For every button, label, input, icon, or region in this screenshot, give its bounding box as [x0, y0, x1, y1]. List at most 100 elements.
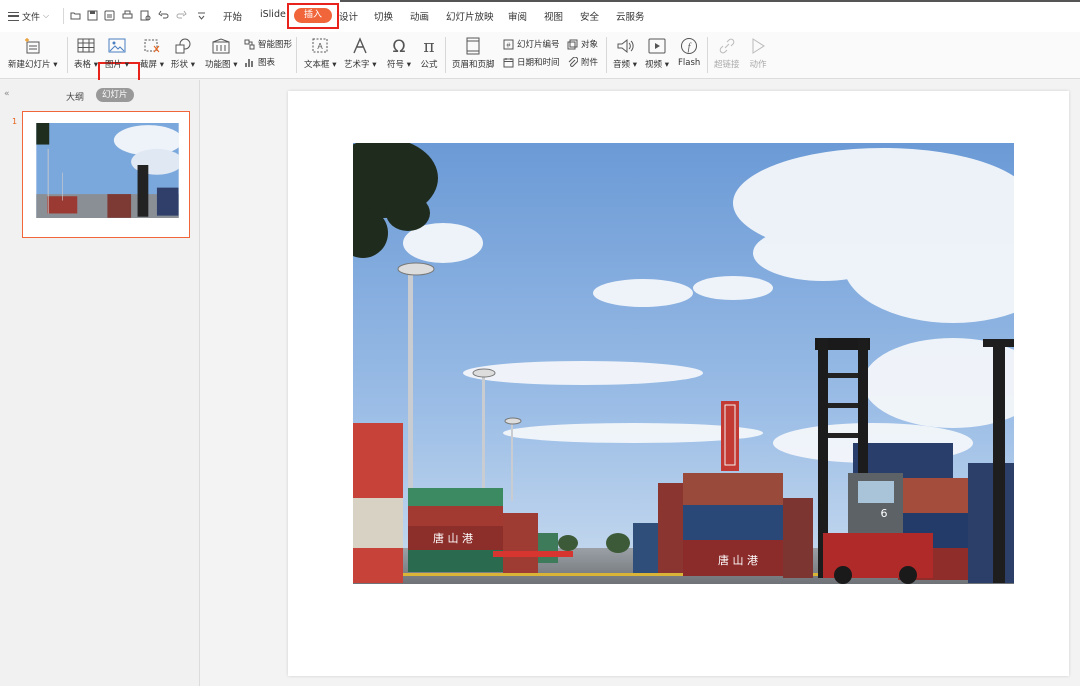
red-crane: [721, 401, 739, 471]
title-bar-edge: [340, 0, 1080, 2]
divider: [63, 8, 64, 24]
object-button[interactable]: 对象: [567, 38, 598, 50]
action-label: 动作: [749, 60, 767, 70]
picture-button[interactable]: 图片 ▾: [105, 37, 129, 70]
shapes-label: 形状: [171, 60, 189, 70]
pi-icon: π: [423, 37, 434, 55]
divider: [296, 37, 297, 73]
tab-animations[interactable]: 动画: [410, 9, 429, 23]
slide-number-icon: #: [503, 39, 514, 49]
shapes-icon: [175, 38, 191, 54]
slide-number-button[interactable]: # 幻灯片编号: [503, 38, 560, 50]
export-pdf-icon[interactable]: [104, 10, 115, 21]
save-icon[interactable]: [87, 10, 98, 21]
tab-transitions[interactable]: 切换: [374, 9, 393, 23]
svg-text:A: A: [318, 42, 324, 51]
chevron-down-icon: ⌵: [43, 11, 50, 20]
symbol-label: 符号: [387, 60, 405, 70]
formula-button[interactable]: π 公式: [419, 37, 439, 70]
link-icon: [719, 38, 735, 54]
ribbon-insert: 新建幻灯片 ▾ 表格 ▾ 图片 ▾ 截屏 ▾ 形状 ▾ 功能图 ▾ 智能图形 图…: [0, 32, 1080, 109]
date-time-label: 日期和时间: [517, 58, 560, 68]
redo-icon[interactable]: [176, 10, 187, 21]
header-footer-label: 页眉和页脚: [452, 60, 495, 70]
tree: [606, 533, 630, 553]
tab-cloud-service[interactable]: 云服务: [616, 9, 645, 23]
play-action-icon: [752, 38, 765, 54]
textbox-icon: A: [312, 38, 328, 53]
smart-art-label: 智能图形: [258, 40, 293, 50]
action-button[interactable]: 动作: [748, 37, 768, 70]
date-time-button[interactable]: 日期和时间: [503, 56, 560, 68]
flash-button[interactable]: f Flash: [678, 37, 700, 68]
flash-label: Flash: [678, 58, 701, 68]
symbol-button[interactable]: Ω 符号 ▾: [387, 37, 411, 70]
tab-insert[interactable]: 插入: [294, 8, 332, 23]
wordart-button[interactable]: 艺术字 ▾: [344, 37, 376, 70]
slide-thumbnail-panel: « 大纲 幻灯片 1: [0, 80, 200, 686]
svg-text:f: f: [688, 42, 692, 53]
open-folder-icon[interactable]: [70, 10, 81, 21]
tab-slides[interactable]: 幻灯片: [96, 88, 134, 102]
customize-toolbar-icon[interactable]: [196, 10, 207, 21]
attachment-button[interactable]: 附件: [567, 56, 598, 68]
slide-number: 1: [12, 117, 18, 126]
function-chart-icon: [212, 38, 230, 54]
wordart-icon: [353, 37, 367, 54]
svg-text:Ω: Ω: [392, 37, 405, 55]
attachment-label: 附件: [581, 58, 599, 68]
tab-security[interactable]: 安全: [580, 9, 599, 23]
hyperlink-label: 超链接: [714, 60, 740, 70]
picture-label: 图片: [105, 60, 123, 70]
new-slide-icon: [24, 38, 40, 54]
tab-slideshow[interactable]: 幻灯片放映: [446, 9, 494, 23]
slide-thumbnail[interactable]: [22, 111, 190, 238]
screenshot-icon: [144, 39, 160, 53]
screenshot-button[interactable]: 截屏 ▾: [140, 37, 164, 70]
table-label: 表格: [74, 60, 92, 70]
hamburger-icon: [8, 11, 19, 21]
omega-icon: Ω: [392, 37, 405, 55]
formula-label: 公式: [420, 60, 438, 70]
tab-view[interactable]: 视图: [544, 9, 563, 23]
divider: [67, 37, 68, 73]
port-photo[interactable]: 唐 山 港 唐 山 港 6: [353, 143, 1014, 584]
flash-icon: f: [681, 38, 698, 54]
collapse-panel-icon[interactable]: «: [4, 89, 10, 99]
tab-design[interactable]: 设计: [339, 9, 358, 23]
header-footer-icon: [466, 37, 480, 55]
textbox-label: 文本框: [304, 60, 330, 70]
file-menu-button[interactable]: 文件 ⌵: [8, 9, 49, 23]
print-icon[interactable]: [122, 10, 133, 21]
shapes-button[interactable]: 形状 ▾: [171, 37, 195, 70]
textbox-button[interactable]: A 文本框 ▾: [304, 37, 336, 70]
chart-label: 图表: [258, 58, 276, 68]
print-preview-icon[interactable]: [140, 10, 151, 21]
tab-outline[interactable]: 大纲: [66, 90, 84, 103]
image-icon: [108, 38, 126, 53]
crane-number: 6: [881, 507, 888, 520]
header-footer-button[interactable]: 页眉和页脚: [452, 37, 495, 70]
audio-button[interactable]: 音频 ▾: [613, 37, 637, 70]
new-slide-label: 新建幻灯片: [8, 60, 51, 70]
function-chart-button[interactable]: 功能图 ▾: [205, 37, 237, 70]
tab-review[interactable]: 审阅: [508, 9, 527, 23]
tab-home[interactable]: 开始: [223, 9, 242, 23]
chart-button[interactable]: 图表: [244, 56, 275, 68]
speaker-icon: [617, 38, 634, 54]
hyperlink-button[interactable]: 超链接: [714, 37, 740, 70]
new-slide-button[interactable]: 新建幻灯片 ▾: [8, 37, 57, 70]
table-icon: [77, 38, 95, 53]
undo-icon[interactable]: [158, 10, 169, 21]
smart-art-button[interactable]: 智能图形: [244, 38, 292, 50]
table-button[interactable]: 表格 ▾: [74, 37, 98, 70]
audio-label: 音频: [613, 60, 631, 70]
video-button[interactable]: 视频 ▾: [645, 37, 669, 70]
paperclip-icon: [568, 56, 578, 67]
divider: [707, 37, 708, 73]
object-label: 对象: [581, 40, 599, 50]
smart-art-icon: [244, 39, 255, 49]
video-label: 视频: [645, 60, 663, 70]
tab-islide[interactable]: iSlide: [260, 9, 286, 20]
video-icon: [648, 38, 666, 54]
